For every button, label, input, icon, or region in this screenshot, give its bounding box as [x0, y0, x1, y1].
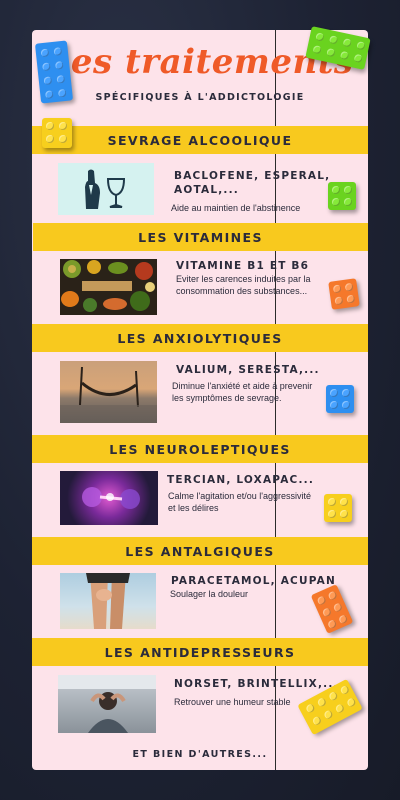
section-description-line-2: les symptômes de sevrage.: [172, 393, 282, 403]
yellow-lego-brick-icon: [42, 118, 72, 148]
yellow-lego-brick-small-icon: [324, 494, 352, 522]
section-heading-anxiolytiques: LES ANXIOLYTIQUES: [32, 324, 368, 352]
blue-lego-brick-small-icon: [326, 385, 354, 413]
footer-text: ET BIEN D'AUTRES...: [132, 749, 268, 760]
section-description: Soulager la douleur: [170, 589, 249, 599]
person-head-in-hands-image: [58, 675, 156, 733]
section-heading-sevrage: SEVRAGE ALCOOLIQUE: [32, 126, 368, 154]
knee-pain-image: [60, 573, 156, 629]
section-description-line-2: et les délires: [168, 503, 219, 513]
drug-list: VITAMINE B1 ET B6: [176, 260, 310, 272]
section-description-line-1: Eviter les carences induites par la: [176, 274, 311, 284]
section-heading-antidepresseurs: LES ANTIDEPRESSEURS: [32, 638, 368, 666]
drug-list: VALIUM, SERESTA,...: [176, 364, 320, 376]
green-lego-brick-small-icon: [328, 182, 356, 210]
section-heading-antalgiques: LES ANTALGIQUES: [32, 537, 368, 565]
section-heading-neuroleptiques: LES NEUROLEPTIQUES: [32, 435, 368, 463]
vitamin-foods-image: [60, 259, 157, 315]
blue-lego-brick-icon: [34, 40, 74, 104]
drug-list: BACLOFENE, ESPERAL,: [174, 170, 331, 182]
orange-lego-brick-icon: [328, 278, 360, 310]
drug-list-line-2: AOTAL,...: [174, 184, 239, 196]
hammock-sunset-image: [60, 361, 157, 423]
section-description-line-1: Diminue l'anxiété et aide à prevenir: [172, 381, 313, 391]
section-description-line-1: Calme l'agitation et/ou l'aggressivité: [168, 491, 312, 501]
drug-list: TERCIAN, LOXAPAC...: [167, 474, 315, 486]
section-description: Aide au maintien de l'abstinence: [171, 203, 301, 213]
hand-wine-glass-image: [58, 163, 154, 215]
section-description-line-2: consommation des substances...: [176, 286, 308, 296]
drug-list: PARACETAMOL, ACUPAN: [171, 575, 336, 587]
neurons-image: [60, 471, 158, 525]
section-description: Retrouver une humeur stable: [174, 697, 291, 707]
drug-list: NORSET, BRINTELLIX,...: [174, 678, 339, 690]
section-heading-vitamines: LES VITAMINES: [33, 223, 368, 251]
